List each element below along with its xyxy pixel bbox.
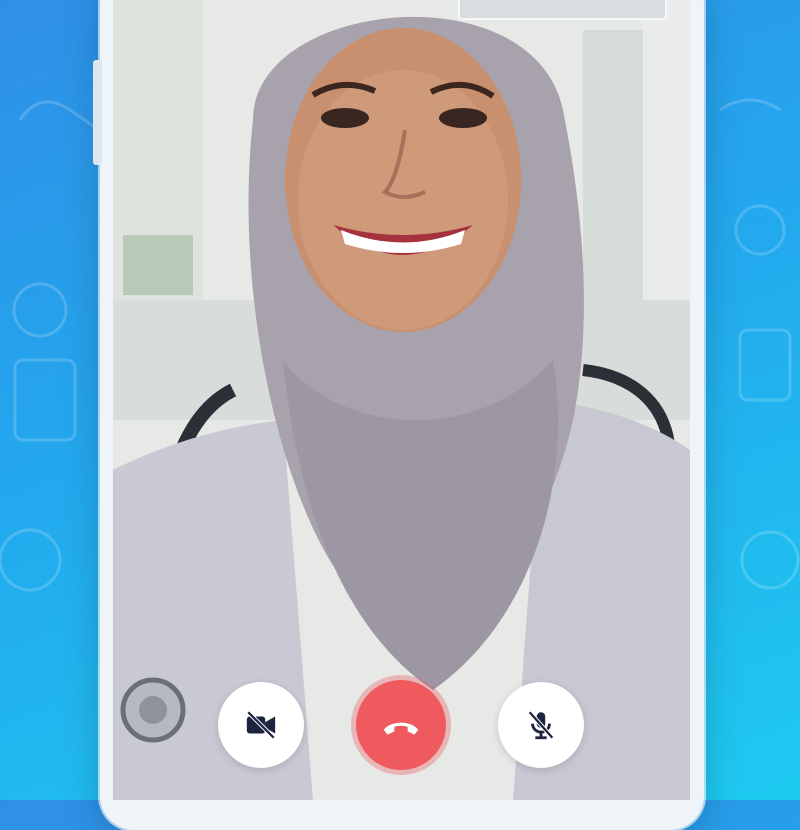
mute-button[interactable] xyxy=(498,682,584,768)
camera-off-button[interactable] xyxy=(218,682,304,768)
phone-side-button xyxy=(93,60,102,165)
phone-hangup-icon xyxy=(383,722,419,735)
self-preview-thumbnail[interactable] xyxy=(458,0,667,20)
video-off-icon xyxy=(246,710,276,740)
mic-off-icon xyxy=(528,710,554,740)
call-controls-bar xyxy=(113,680,690,770)
video-feed xyxy=(113,0,690,800)
end-call-button[interactable] xyxy=(356,680,446,770)
